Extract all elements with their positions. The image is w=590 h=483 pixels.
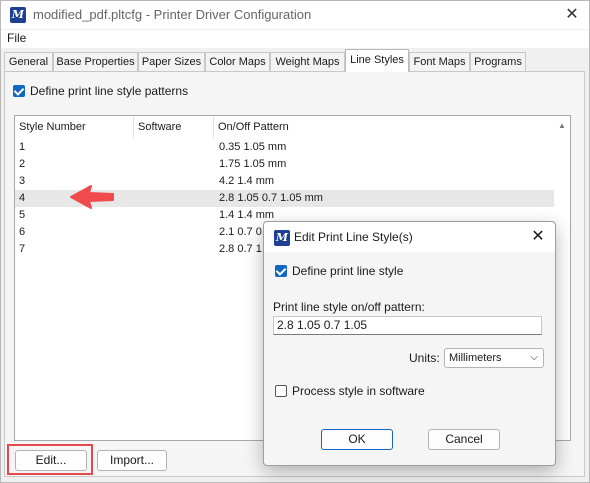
cell-style-number: 6 bbox=[19, 226, 26, 238]
cancel-button[interactable]: Cancel bbox=[428, 429, 500, 450]
cell-pattern: 2.1 0.7 0. bbox=[219, 226, 265, 238]
process-software-checkbox[interactable] bbox=[275, 385, 287, 397]
column-style-number[interactable]: Style Number bbox=[15, 116, 134, 138]
cell-pattern: 4.2 1.4 mm bbox=[219, 175, 275, 187]
units-label: Units: bbox=[409, 351, 440, 365]
table-row[interactable]: 1 0.35 1.05 mm bbox=[15, 139, 554, 156]
units-select[interactable]: Millimeters ⌵ bbox=[444, 348, 544, 368]
tab-general[interactable]: General bbox=[4, 52, 53, 71]
cell-style-number: 7 bbox=[19, 243, 26, 255]
tab-base-properties[interactable]: Base Properties bbox=[53, 52, 138, 71]
cell-pattern: 1.75 1.05 mm bbox=[219, 158, 287, 170]
window-title: modified_pdf.pltcfg - Printer Driver Con… bbox=[33, 7, 312, 22]
chevron-down-icon: ⌵ bbox=[530, 352, 538, 363]
define-style-label: Define print line style bbox=[292, 264, 404, 278]
dialog-close-button[interactable]: ✕ bbox=[527, 226, 549, 248]
tab-line-styles[interactable]: Line Styles bbox=[345, 49, 409, 72]
dialog-title-bar: M Edit Print Line Style(s) ✕ bbox=[264, 222, 555, 252]
menu-file[interactable]: File bbox=[7, 31, 26, 45]
tab-color-maps[interactable]: Color Maps bbox=[205, 52, 270, 71]
pattern-input[interactable]: 2.8 1.05 0.7 1.05 bbox=[273, 316, 542, 335]
red-arrow-left-icon bbox=[70, 185, 114, 209]
tab-weight-maps[interactable]: Weight Maps bbox=[270, 52, 345, 71]
tab-paper-sizes[interactable]: Paper Sizes bbox=[138, 52, 205, 71]
units-select-value: Millimeters bbox=[449, 352, 502, 364]
menu-bar: File bbox=[1, 30, 589, 48]
cell-style-number: 5 bbox=[19, 209, 26, 221]
app-icon: M bbox=[274, 230, 290, 246]
pattern-label: Print line style on/off pattern: bbox=[273, 300, 425, 314]
column-on-off-pattern[interactable]: On/Off Pattern bbox=[214, 116, 554, 138]
dialog-title: Edit Print Line Style(s) bbox=[294, 230, 413, 244]
title-bar: M modified_pdf.pltcfg - Printer Driver C… bbox=[1, 1, 589, 29]
tab-font-maps[interactable]: Font Maps bbox=[409, 52, 470, 71]
cell-pattern: 0.35 1.05 mm bbox=[219, 141, 287, 153]
edit-line-style-dialog: M Edit Print Line Style(s) ✕ Define prin… bbox=[263, 221, 556, 466]
define-patterns-label: Define print line style patterns bbox=[30, 84, 189, 98]
app-icon: M bbox=[10, 7, 26, 23]
cell-style-number: 2 bbox=[19, 158, 26, 170]
cell-pattern: 2.8 1.05 0.7 1.05 mm bbox=[219, 192, 323, 204]
edit-button-highlight bbox=[7, 444, 93, 475]
table-row[interactable]: 2 1.75 1.05 mm bbox=[15, 156, 554, 173]
ok-button[interactable]: OK bbox=[321, 429, 393, 450]
define-patterns-checkbox[interactable] bbox=[13, 85, 25, 97]
import-button[interactable]: Import... bbox=[97, 450, 167, 471]
process-software-label: Process style in software bbox=[292, 384, 425, 398]
tab-programs[interactable]: Programs bbox=[470, 52, 526, 71]
scroll-up-arrow-icon[interactable]: ▲ bbox=[558, 121, 566, 130]
cell-pattern: 2.8 0.7 1. bbox=[219, 243, 265, 255]
close-window-button[interactable]: ✕ bbox=[561, 4, 583, 26]
printer-driver-window: M modified_pdf.pltcfg - Printer Driver C… bbox=[0, 0, 590, 483]
column-software[interactable]: Software bbox=[134, 116, 214, 138]
cell-style-number: 3 bbox=[19, 175, 26, 187]
cell-style-number: 1 bbox=[19, 141, 26, 153]
cell-style-number: 4 bbox=[19, 192, 26, 204]
define-style-checkbox[interactable] bbox=[275, 265, 287, 277]
vertical-scrollbar[interactable]: ▲ bbox=[554, 116, 570, 440]
